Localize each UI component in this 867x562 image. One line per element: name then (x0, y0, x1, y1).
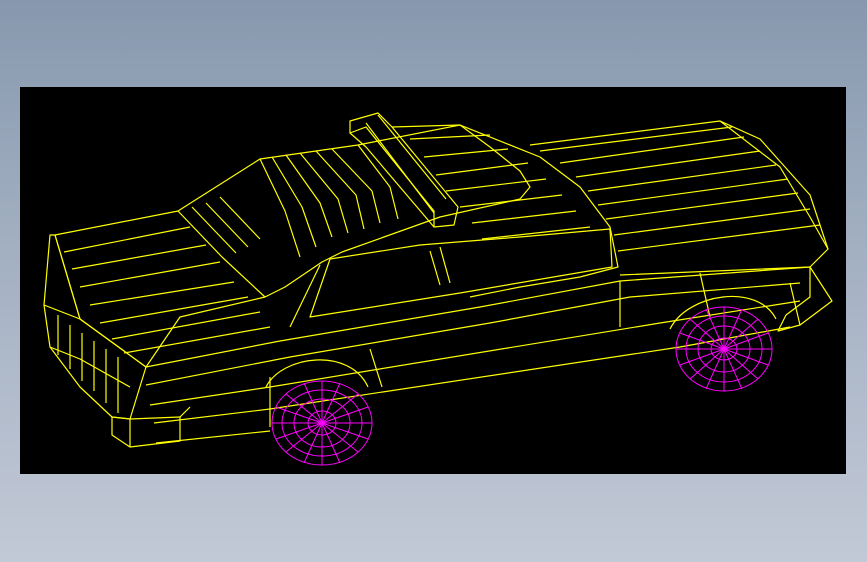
front-bumper (777, 266, 833, 332)
car-body-wireframe (43, 112, 833, 448)
front-wheel (675, 306, 773, 392)
cad-preview-window (0, 0, 867, 562)
model-viewport[interactable] (20, 87, 846, 474)
car-wireframe-drawing (43, 112, 833, 466)
rear-window-slats (259, 144, 399, 258)
side-windows (309, 228, 613, 318)
lightbar (349, 112, 459, 228)
trunk-outline (54, 124, 531, 368)
rear-wheel (271, 380, 373, 466)
side-body (145, 266, 811, 368)
hood (529, 120, 829, 276)
trunk-slats (63, 226, 271, 354)
rear-face (43, 234, 147, 420)
